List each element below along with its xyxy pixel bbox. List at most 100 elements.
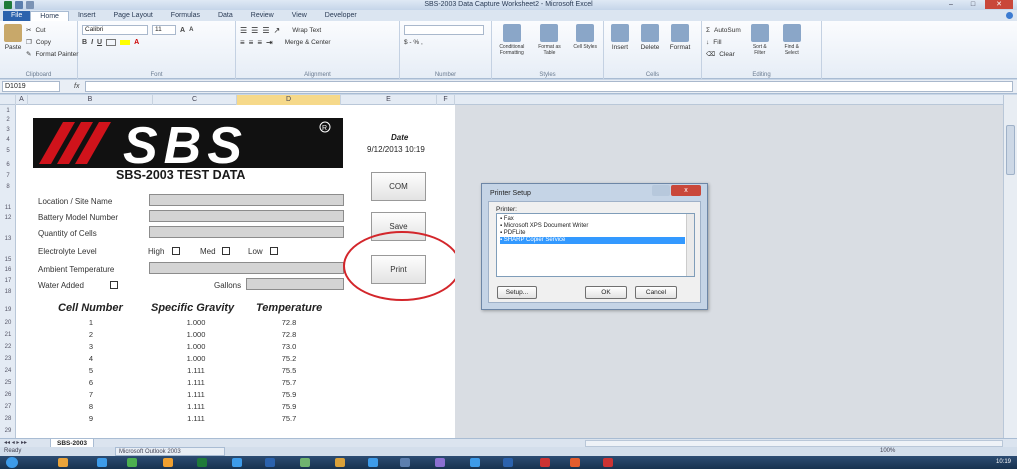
app-icon[interactable]	[232, 458, 242, 467]
sheet-nav-arrows[interactable]: ◂◂ ◂ ▸ ▸▸	[4, 439, 27, 446]
formula-input[interactable]	[85, 81, 1013, 92]
excel-taskbar-icon[interactable]	[197, 458, 207, 467]
row-header[interactable]: 19	[0, 307, 16, 313]
row-header[interactable]: 27	[0, 404, 16, 410]
wrap-text-button[interactable]: Wrap Text	[292, 27, 321, 34]
tab-file[interactable]: File	[3, 11, 31, 21]
setup-button[interactable]: Setup...	[497, 286, 537, 299]
cancel-button[interactable]: Cancel	[635, 286, 677, 299]
tab-page-layout[interactable]: Page Layout	[104, 11, 161, 21]
row-header[interactable]: 20	[0, 320, 16, 326]
conditional-formatting-button[interactable]: Conditional Formatting	[496, 24, 528, 56]
fill-button[interactable]: ↓ Fill	[706, 36, 741, 48]
gallons-field[interactable]	[246, 278, 344, 290]
cut-button[interactable]: ✂ Cut	[26, 24, 78, 36]
row-header[interactable]: 24	[0, 368, 16, 374]
row-header[interactable]: 4	[0, 137, 16, 143]
cell-styles-button[interactable]: Cell Styles	[571, 24, 599, 56]
format-painter-button[interactable]: ✎ Format Painter	[26, 48, 78, 60]
name-box[interactable]: D1019	[2, 81, 60, 92]
location-field[interactable]	[149, 194, 344, 206]
tab-review[interactable]: Review	[242, 11, 283, 21]
acrobat-icon[interactable]	[540, 458, 550, 467]
com-button[interactable]: COM	[371, 172, 426, 201]
merge-center-button[interactable]: Merge & Center	[285, 39, 331, 46]
row-header[interactable]: 2	[0, 117, 16, 123]
start-button-icon[interactable]	[6, 457, 18, 468]
app-icon[interactable]	[603, 458, 613, 467]
column-header[interactable]: B	[28, 95, 153, 105]
battery-model-field[interactable]	[149, 210, 344, 222]
outlook-taskbar-item[interactable]: Microsoft Outlook 2003	[115, 447, 225, 456]
row-header[interactable]: 5	[0, 148, 16, 154]
bold-button[interactable]: B	[82, 39, 87, 46]
clear-button[interactable]: ⌫ Clear	[706, 48, 741, 60]
insert-button[interactable]: Insert	[608, 24, 632, 51]
number-format-buttons[interactable]: $ - % ,	[404, 36, 487, 48]
close-icon[interactable]: ✕	[985, 0, 1013, 9]
copy-button[interactable]: ❐ Copy	[26, 36, 78, 48]
row-header[interactable]: 1	[0, 108, 16, 114]
horizontal-scrollbar[interactable]	[585, 440, 1003, 447]
dialog-help-button[interactable]	[652, 185, 670, 196]
printer-list-scrollbar[interactable]	[686, 214, 694, 276]
format-button[interactable]: Format	[668, 24, 692, 51]
row-header[interactable]: 12	[0, 215, 16, 221]
app-icon[interactable]	[570, 458, 580, 467]
row-header[interactable]: 6	[0, 162, 16, 168]
outlook-icon[interactable]	[163, 458, 173, 467]
find-select-button[interactable]: Find & Select	[779, 24, 805, 60]
tab-home[interactable]: Home	[30, 11, 69, 21]
explorer-icon[interactable]	[58, 458, 68, 467]
maximize-icon[interactable]: □	[963, 0, 983, 9]
level-med-checkbox[interactable]	[222, 247, 230, 255]
level-high-checkbox[interactable]	[172, 247, 180, 255]
row-header[interactable]: 17	[0, 278, 16, 284]
printer-item[interactable]: ▪ Fax	[500, 216, 685, 223]
align-middle-icon[interactable]: ☰	[251, 26, 258, 35]
browser-icon[interactable]	[97, 458, 107, 467]
app-icon[interactable]	[400, 458, 410, 467]
align-right-icon[interactable]: ≡	[257, 38, 262, 47]
printer-item[interactable]: ▪ PDFLite	[500, 230, 685, 237]
row-header[interactable]: 22	[0, 344, 16, 350]
delete-button[interactable]: Delete	[638, 24, 662, 51]
app-icon[interactable]	[368, 458, 378, 467]
font-size-select[interactable]: 11	[152, 25, 176, 35]
zoom-level[interactable]: 100%	[880, 448, 895, 454]
autosum-button[interactable]: Σ AutoSum	[706, 24, 741, 36]
select-all-corner[interactable]	[0, 95, 16, 105]
borders-icon[interactable]	[106, 38, 117, 46]
printer-item[interactable]: ▪ Microsoft XPS Document Writer	[500, 223, 685, 230]
tab-developer[interactable]: Developer	[316, 11, 366, 21]
app-icon[interactable]	[503, 458, 513, 467]
app-icon[interactable]	[435, 458, 445, 467]
sort-filter-button[interactable]: Sort & Filter	[747, 24, 773, 60]
fx-icon[interactable]: fx	[74, 83, 79, 90]
italic-button[interactable]: I	[91, 39, 93, 46]
grow-font-button[interactable]: A	[180, 27, 185, 34]
column-header[interactable]: A	[16, 95, 28, 105]
row-header[interactable]: 11	[0, 205, 16, 211]
row-header[interactable]: 25	[0, 380, 16, 386]
scroll-thumb[interactable]	[1006, 125, 1015, 175]
row-header[interactable]: 15	[0, 257, 16, 263]
tab-insert[interactable]: Insert	[69, 11, 105, 21]
font-name-select[interactable]: Calibri	[82, 25, 148, 35]
row-header[interactable]: 26	[0, 392, 16, 398]
ambient-field[interactable]	[149, 262, 344, 274]
column-header[interactable]: F	[437, 95, 455, 105]
row-header[interactable]: 18	[0, 289, 16, 295]
row-header[interactable]: 13	[0, 236, 16, 242]
row-header[interactable]: 23	[0, 356, 16, 362]
app-icon[interactable]	[470, 458, 480, 467]
help-icon[interactable]	[1006, 12, 1013, 19]
level-low-checkbox[interactable]	[270, 247, 278, 255]
row-header[interactable]: 3	[0, 127, 16, 133]
paste-button[interactable]: Paste	[4, 24, 22, 60]
app-icon[interactable]	[335, 458, 345, 467]
indent-icon[interactable]: ⇥	[266, 38, 273, 47]
app-icon[interactable]	[300, 458, 310, 467]
align-top-icon[interactable]: ☰	[240, 26, 247, 35]
row-header[interactable]: 28	[0, 416, 16, 422]
